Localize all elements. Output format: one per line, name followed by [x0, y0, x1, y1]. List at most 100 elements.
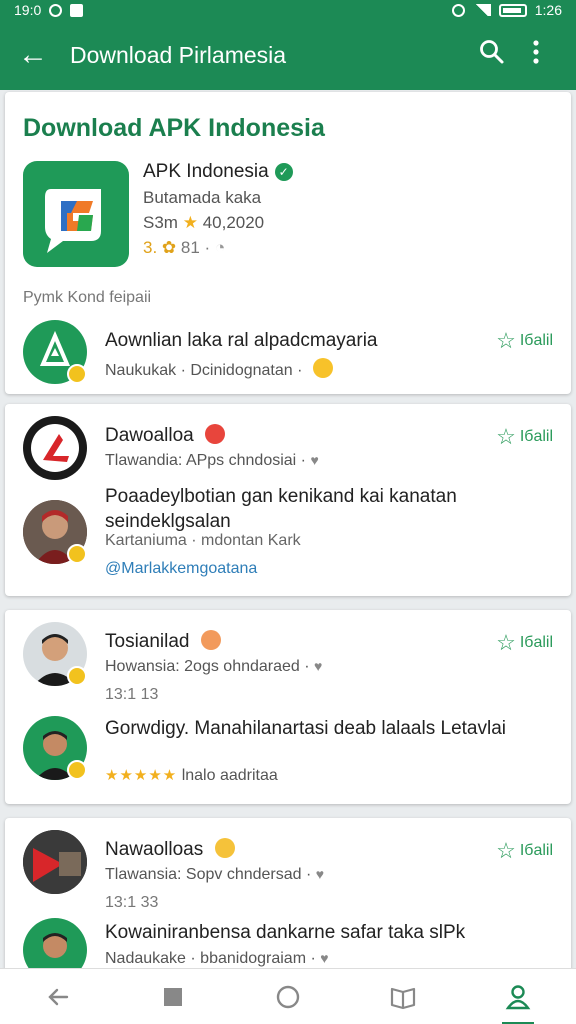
list-item[interactable]: Aownlian laka ral alpadcmayaria Naukukak… [23, 320, 553, 384]
status-bar: 19:0 1:26 [0, 0, 576, 20]
flower-icon: ✿ [161, 238, 177, 257]
post-title: Nawaolloas [105, 838, 235, 861]
nav-back-icon[interactable] [28, 969, 88, 1024]
post-header[interactable]: Nawaolloas Tlawansia: Sopv chndersad · ♥… [23, 830, 553, 911]
follow-button[interactable]: ☆ Iбalil [496, 424, 553, 450]
follow-label: Iбalil [519, 634, 553, 651]
app-screen: 19:0 1:26 ← Download Pirlamesia Download… [0, 0, 576, 1024]
emoji-icon [200, 630, 221, 650]
star-icon: ★ [182, 213, 198, 232]
heart-icon: ♥ [314, 658, 323, 674]
status-time: 19:0 [14, 2, 42, 18]
emoji-icon [205, 424, 226, 444]
post-title-text: Dawoalloa [105, 425, 194, 446]
heart-icon: ♥ [310, 452, 319, 468]
nav-profile-icon[interactable] [488, 969, 548, 1024]
rating-stars-icon: ★★★★★ [105, 767, 178, 784]
content-area: Download APK Indonesia APK Indonesia ✓ B… [0, 90, 576, 968]
comment-sub: Kartaniuma · mdontan Kark [105, 532, 301, 549]
post-card: Tosianilad Howansia: 2ogs ohndaraed · ♥ … [5, 610, 571, 804]
app-downloads: 81 · [180, 238, 211, 257]
featured-card: Download APK Indonesia APK Indonesia ✓ B… [5, 92, 571, 394]
comment-item[interactable]: Gorwdigy. Manahilanartasi deab lalaals L… [23, 716, 553, 790]
follow-button[interactable]: ☆ Iбalil [496, 838, 553, 864]
follow-label: Iбalil [519, 332, 553, 349]
avatar [23, 416, 87, 480]
comment-item[interactable]: Poaadeylbotian gan kenikand kai kanatan … [23, 486, 553, 590]
bottom-nav [0, 968, 576, 1024]
nav-square-icon[interactable] [143, 969, 203, 1024]
search-icon[interactable] [470, 39, 514, 72]
badge-icon [67, 364, 87, 384]
post-title: Tosianilad [105, 630, 221, 653]
notification-icon [70, 3, 84, 17]
emoji-icon [312, 358, 333, 378]
app-bar: ← Download Pirlamesia [0, 20, 576, 90]
signal-icon [472, 4, 491, 16]
list-item-sub-text: Naukukak · Dcinidognatan · [105, 362, 303, 379]
post-sub: Tlawandia: APps chndosiai · ♥ [105, 452, 319, 470]
post-time: 13:1 13 [105, 686, 159, 703]
follow-button[interactable]: ☆ Iбalil [496, 328, 553, 354]
back-arrow-icon[interactable]: ← [18, 38, 54, 72]
follow-button[interactable]: ☆ Iбalil [496, 630, 553, 656]
star-outline-icon: ☆ [496, 838, 516, 863]
verified-icon: ✓ [274, 163, 293, 181]
battery-icon [498, 3, 527, 17]
nav-book-icon[interactable] [373, 969, 433, 1024]
post-title-text: Tosianilad [105, 631, 190, 652]
comment-text: Poaadeylbotian gan kenikand kai kanatan … [105, 486, 457, 532]
alarm-icon [49, 3, 63, 17]
post-card: Nawaolloas Tlawansia: Sopv chndersad · ♥… [5, 818, 571, 968]
section-title: Download APK Indonesia [23, 114, 325, 142]
badge-icon [67, 760, 87, 780]
bluetooth-icon [451, 3, 465, 17]
post-sub: Howansia: 2ogs ohndaraed · ♥ [105, 658, 322, 676]
comment-sub-text: Nadaukake · bbanidograiam · [105, 950, 316, 967]
post-sub-text: Howansia: 2ogs ohndaraed · [105, 658, 310, 675]
avatar [23, 918, 87, 968]
comment-sub: Nadaukake · bbanidograiam · ♥ [105, 950, 329, 968]
app-developer: Butamada kaka [143, 188, 262, 207]
app-row[interactable]: APK Indonesia ✓ Butamada kaka S3m ★ 40,2… [23, 161, 553, 267]
nav-home-circle-icon[interactable] [258, 969, 318, 1024]
follow-label: Iбalil [519, 428, 553, 445]
more-vert-icon[interactable] [514, 39, 558, 72]
page-title: Download Pirlamesia [70, 41, 287, 68]
info-icon: ◔ [214, 238, 226, 257]
star-outline-icon: ☆ [496, 424, 516, 449]
post-sub: Tlawansia: Sopv chndersad · ♥ [105, 866, 324, 884]
app-name: APK Indonesia [143, 161, 269, 182]
rating-label: lnalo aadritaa [181, 767, 278, 784]
emoji-icon [214, 838, 235, 858]
comment-item[interactable]: Kowainiranbensa dankarne safar taka slPk… [23, 918, 553, 968]
app-stats: 3. ✿ 81 · ◔ [143, 238, 293, 258]
heart-icon: ♥ [315, 866, 325, 882]
badge-icon [67, 544, 87, 564]
list-item-sub: Naukukak · Dcinidognatan · [105, 358, 333, 380]
post-title-text: Nawaolloas [105, 839, 204, 860]
comment-text: Kowainiranbensa dankarne safar taka slPk [105, 922, 466, 943]
comment-text: Gorwdigy. Manahilanartasi deab lalaals L… [105, 718, 506, 739]
post-card: Dawoalloa Tlawandia: APps chndosiai · ♥ … [5, 404, 571, 596]
avatar [23, 830, 87, 894]
heart-icon: ♥ [320, 950, 329, 966]
post-title: Dawoalloa [105, 424, 226, 447]
star-outline-icon: ☆ [496, 328, 516, 353]
list-item-title: Aownlian laka ral alpadcmayaria [105, 330, 378, 351]
apk-indonesia-logo-icon[interactable] [23, 161, 129, 267]
post-sub-text: Tlawandia: APps chndosiai · [105, 452, 306, 469]
app-meta: S3m ★ 40,2020 [143, 213, 293, 233]
post-sub-text: Tlawansia: Sopv chndersad · [105, 866, 312, 883]
app-meta-date: 40,2020 [202, 213, 265, 232]
post-header[interactable]: Tosianilad Howansia: 2ogs ohndaraed · ♥ … [23, 622, 553, 703]
battery-text: 1:26 [534, 2, 562, 18]
badge-icon [67, 666, 87, 686]
post-header[interactable]: Dawoalloa Tlawandia: APps chndosiai · ♥ … [23, 416, 553, 480]
mention-link[interactable]: @Marlakkemgoatana [105, 560, 257, 578]
post-time: 13:1 33 [105, 894, 159, 911]
comment-rating: ★★★★★ lnalo aadritaa [105, 766, 278, 785]
star-outline-icon: ☆ [496, 630, 516, 655]
app-rating: 3. [143, 238, 158, 257]
app-meta-prefix: S3m [143, 213, 178, 232]
